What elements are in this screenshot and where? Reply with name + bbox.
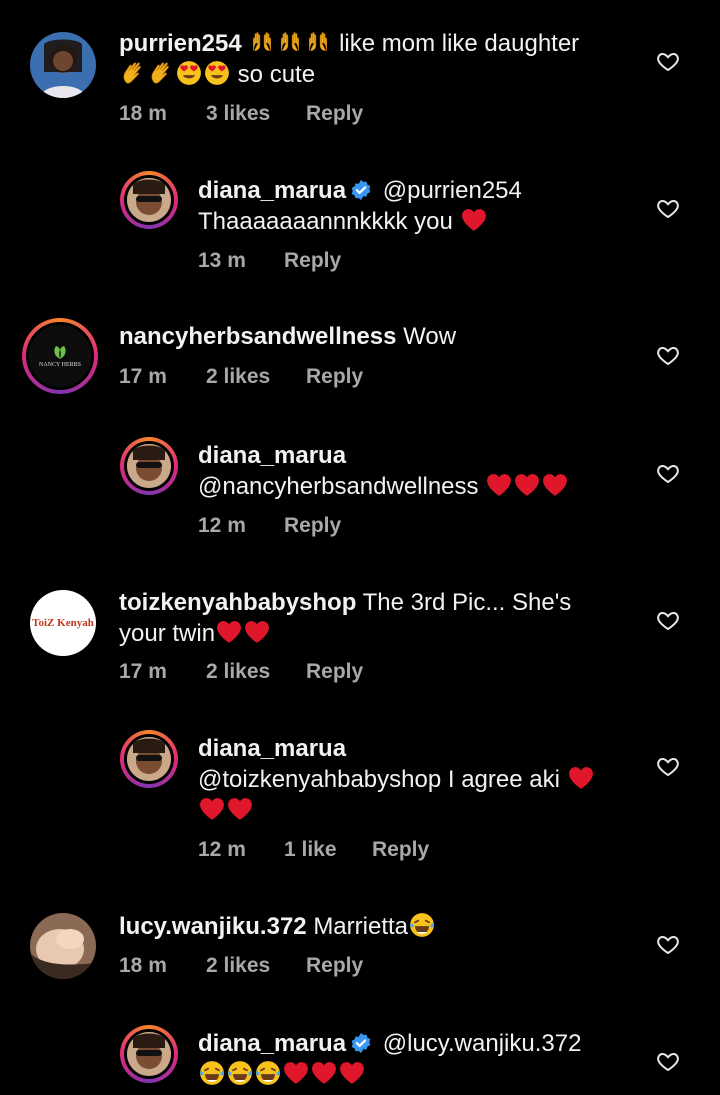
- username[interactable]: nancyherbsandwellness: [119, 323, 396, 350]
- comment-body: I agree aki: [447, 766, 560, 793]
- clap-icon: [148, 60, 174, 86]
- likes-count[interactable]: 1 like: [284, 838, 337, 862]
- username[interactable]: diana_marua: [198, 735, 346, 762]
- timestamp: 18 m: [119, 102, 167, 125]
- timestamp: 12 m: [198, 514, 246, 537]
- avatar[interactable]: [30, 32, 96, 98]
- username[interactable]: diana_marua: [198, 1030, 346, 1057]
- verified-badge-icon: [350, 1032, 372, 1054]
- avatar[interactable]: ToiZ Kenyah: [30, 590, 96, 656]
- heart-outline-icon[interactable]: [656, 1049, 680, 1073]
- red-heart-icon: [461, 207, 487, 233]
- red-heart-icon: [486, 472, 512, 498]
- username[interactable]: purrien254: [119, 30, 242, 57]
- comment-body: Wow: [403, 323, 457, 350]
- likes-count[interactable]: 3 likes: [206, 102, 270, 126]
- clap-icon: [120, 60, 146, 86]
- reply-button[interactable]: Reply: [284, 249, 341, 273]
- likes-count[interactable]: 2 likes: [206, 365, 270, 389]
- red-heart-icon: [514, 472, 540, 498]
- avatar[interactable]: [120, 171, 178, 229]
- comment-body-2: your twin: [119, 620, 216, 647]
- reply-button[interactable]: Reply: [306, 365, 363, 389]
- verified-badge-icon: [350, 179, 372, 201]
- comment-text: purrien254 like mom like daughter so cut…: [119, 28, 639, 90]
- heart-eyes-icon: [204, 60, 230, 86]
- red-heart-icon: [311, 1060, 337, 1086]
- timestamp: 17 m: [119, 365, 167, 388]
- heart-outline-icon[interactable]: [656, 196, 680, 220]
- avatar-logo-text: NANCY HERBS: [39, 362, 81, 368]
- username[interactable]: diana_marua: [198, 442, 346, 469]
- timestamp: 12 m: [198, 838, 246, 861]
- heart-outline-icon[interactable]: [656, 754, 680, 778]
- heart-outline-icon[interactable]: [656, 608, 680, 632]
- laughing-tears-icon: [199, 1060, 225, 1086]
- laughing-tears-icon: [409, 912, 435, 938]
- timestamp: 13 m: [198, 249, 246, 272]
- comment-text: diana_marua @nancyherbsandwellness: [198, 440, 638, 502]
- red-heart-icon: [227, 796, 253, 822]
- comment-body-2: so cute: [237, 61, 316, 88]
- likes-count[interactable]: 2 likes: [206, 660, 270, 684]
- red-heart-icon: [542, 472, 568, 498]
- comment-text: nancyherbsandwellness Wow: [119, 321, 639, 352]
- comment-text: lucy.wanjiku.372 Marrietta: [119, 911, 639, 942]
- timestamp: 17 m: [119, 660, 167, 683]
- red-heart-icon: [283, 1060, 309, 1086]
- raised-hands-icon: [277, 29, 303, 55]
- avatar-logo-text: ToiZ Kenyah: [32, 617, 94, 629]
- heart-outline-icon[interactable]: [656, 932, 680, 956]
- raised-hands-icon: [249, 29, 275, 55]
- avatar[interactable]: [30, 913, 96, 979]
- likes-count[interactable]: 2 likes: [206, 954, 270, 978]
- reply-button[interactable]: Reply: [306, 660, 363, 684]
- mention-link[interactable]: @nancyherbsandwellness: [198, 473, 479, 500]
- comment-text: diana_marua @toizkenyahbabyshop I agree …: [198, 733, 638, 826]
- username[interactable]: toizkenyahbabyshop: [119, 589, 356, 616]
- avatar[interactable]: NANCY HERBS: [22, 318, 98, 394]
- red-heart-icon: [568, 765, 594, 791]
- reply-button[interactable]: Reply: [306, 102, 363, 126]
- username[interactable]: diana_marua: [198, 177, 346, 204]
- red-heart-icon: [244, 619, 270, 645]
- avatar[interactable]: [120, 1025, 178, 1083]
- laughing-tears-icon: [255, 1060, 281, 1086]
- mention-link[interactable]: @lucy.wanjiku.372: [383, 1030, 582, 1057]
- timestamp: 18 m: [119, 954, 167, 977]
- avatar[interactable]: [120, 437, 178, 495]
- comment-text: diana_marua @purrien254 Thaaaaaaannnkkkk…: [198, 175, 638, 237]
- heart-eyes-icon: [176, 60, 202, 86]
- mention-link[interactable]: @toizkenyahbabyshop: [198, 766, 441, 793]
- username[interactable]: lucy.wanjiku.372: [119, 913, 307, 940]
- avatar[interactable]: [120, 730, 178, 788]
- comment-body: Marrietta: [313, 913, 408, 940]
- mention-link[interactable]: @purrien254: [383, 177, 522, 204]
- laughing-tears-icon: [227, 1060, 253, 1086]
- reply-button[interactable]: Reply: [306, 954, 363, 978]
- red-heart-icon: [199, 796, 225, 822]
- leaf-icon: [54, 346, 66, 359]
- comment-body: like mom like daughter: [339, 30, 580, 57]
- red-heart-icon: [216, 619, 242, 645]
- heart-outline-icon[interactable]: [656, 49, 680, 73]
- comment-body: Thaaaaaaannnkkkk you: [198, 208, 453, 235]
- heart-outline-icon[interactable]: [656, 343, 680, 367]
- comment-text: diana_marua @lucy.wanjiku.372: [198, 1028, 638, 1090]
- reply-button[interactable]: Reply: [284, 514, 341, 538]
- comment-body: The 3rd Pic... She's: [362, 589, 572, 616]
- comment-text: toizkenyahbabyshop The 3rd Pic... She's …: [119, 587, 639, 649]
- red-heart-icon: [339, 1060, 365, 1086]
- reply-button[interactable]: Reply: [372, 838, 429, 862]
- heart-outline-icon[interactable]: [656, 461, 680, 485]
- raised-hands-icon: [305, 29, 331, 55]
